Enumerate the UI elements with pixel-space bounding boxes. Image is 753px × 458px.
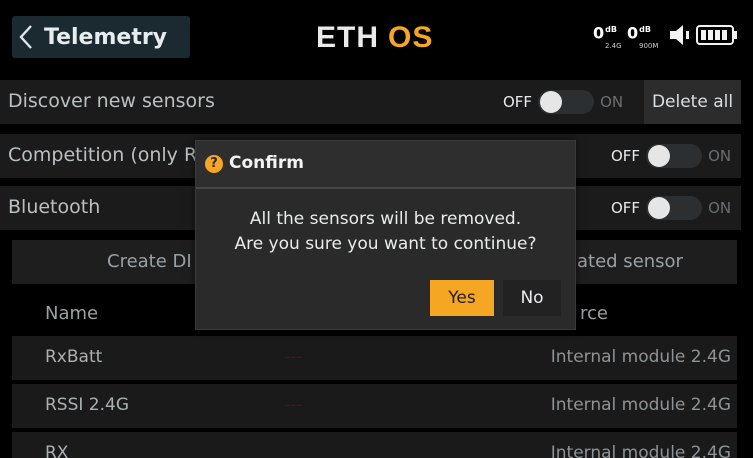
ethos-logo: ETH OS	[316, 20, 446, 54]
competition-toggle[interactable]: OFF ON	[611, 134, 731, 178]
chevron-left-icon	[12, 16, 40, 58]
toggle-track	[646, 196, 703, 220]
dialog-title: Confirm	[229, 153, 304, 173]
sensor-value: ---	[284, 395, 303, 415]
volume-icon	[667, 22, 693, 52]
sensor-name: RxBatt	[45, 347, 103, 367]
bluetooth-label: Bluetooth	[8, 196, 101, 218]
telemetry-screen: Telemetry ETH OS 0dB 2.4G 0dB 900M Disco…	[0, 0, 753, 458]
discover-sensors-row: Discover new sensors OFF ON Delete all	[0, 80, 741, 124]
battery-icon	[695, 22, 739, 52]
rssi-900m-readout: 0dB 900M	[627, 23, 659, 50]
sensor-value: ---	[284, 347, 303, 367]
table-row[interactable]: RSSI 2.4G --- Internal module 2.4G	[12, 384, 737, 428]
question-icon: ?	[205, 155, 223, 173]
toggle-knob	[540, 91, 563, 113]
table-row[interactable]: RxBatt --- Internal module 2.4G	[12, 336, 737, 380]
sensor-source: Internal module 2.4G	[550, 347, 731, 367]
rssi-24g-readout: 0dB 2.4G	[593, 23, 622, 50]
dialog-header: ? Confirm	[196, 141, 575, 189]
column-source-header: rce	[580, 303, 608, 324]
sensor-name: RX	[45, 443, 69, 458]
no-button[interactable]: No	[503, 280, 561, 316]
sensor-source: Internal module 2.4G	[550, 395, 731, 415]
discover-sensors-toggle[interactable]: OFF ON	[503, 80, 623, 124]
dialog-message-line-2: Are you sure you want to continue?	[234, 234, 537, 254]
dialog-message-line-1: All the sensors will be removed.	[249, 209, 522, 229]
create-calculated-sensor-button[interactable]: ated sensor	[577, 251, 683, 272]
toggle-knob	[648, 145, 671, 167]
create-diy-sensor-button[interactable]: Create DI	[107, 251, 192, 272]
table-row[interactable]: RX Internal module 2.4G	[12, 432, 737, 458]
status-area: 0dB 2.4G 0dB 900M	[587, 18, 747, 58]
svg-text:OS: OS	[388, 21, 433, 54]
back-button[interactable]: Telemetry	[12, 16, 190, 58]
bluetooth-toggle[interactable]: OFF ON	[611, 186, 731, 230]
yes-button[interactable]: Yes	[430, 280, 494, 316]
toggle-track	[646, 144, 703, 168]
column-name-header: Name	[45, 303, 99, 324]
delete-all-button[interactable]: Delete all	[644, 80, 741, 124]
page-title: Telemetry	[44, 24, 168, 50]
discover-sensors-label: Discover new sensors	[8, 90, 215, 112]
sensor-source: Internal module 2.4G	[550, 443, 731, 458]
toggle-knob	[648, 197, 671, 219]
sensor-name: RSSI 2.4G	[45, 395, 130, 415]
toggle-track	[538, 90, 595, 114]
header-bar: Telemetry ETH OS 0dB 2.4G 0dB 900M	[0, 0, 753, 68]
confirm-dialog: ? Confirm All the sensors will be remove…	[195, 140, 576, 330]
svg-text:ETH: ETH	[316, 21, 379, 54]
competition-label: Competition (only R	[8, 144, 198, 166]
